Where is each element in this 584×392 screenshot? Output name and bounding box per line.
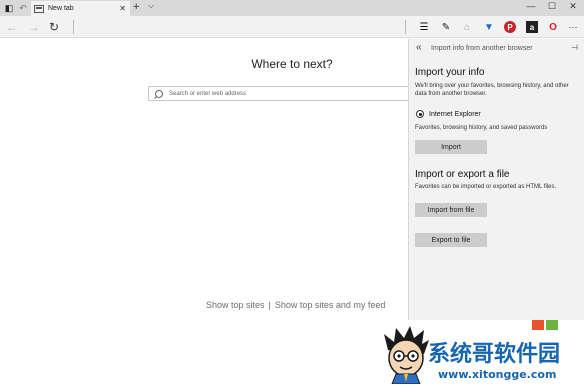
panel-header: « Import info from another browser ⊣	[409, 39, 584, 59]
minimize-button[interactable]: —	[524, 1, 538, 11]
pin-panel-icon[interactable]: ⊣	[571, 43, 578, 52]
watermark-title: 系统哥软件园	[428, 342, 561, 367]
internet-explorer-radio[interactable]	[416, 110, 424, 118]
show-top-sites-link[interactable]: Show top sites	[206, 300, 265, 310]
extension-blue-icon[interactable]: ▼	[483, 21, 495, 33]
tab-new-tab[interactable]: New tab ✕	[31, 1, 130, 16]
panel-title: Import info from another browser	[431, 45, 533, 52]
navigation-bar: ← → ↻ ☰ ✎ ⌂ ▼ P a O ···	[0, 16, 584, 38]
close-tab-icon[interactable]: ✕	[119, 4, 126, 13]
search-input[interactable]: Search or enter web address	[169, 91, 246, 97]
panel-back-button[interactable]: «	[416, 42, 422, 53]
import-export-heading: Import or export a file	[415, 169, 510, 180]
title-bar: ◧ ↶ New tab ✕ + ⌵ — ☐ ✕	[0, 0, 584, 16]
internet-explorer-label[interactable]: Internet Explorer	[429, 111, 481, 118]
more-icon[interactable]: ···	[567, 21, 579, 33]
opera-extension-icon[interactable]: O	[547, 21, 559, 33]
refresh-button[interactable]: ↻	[49, 20, 59, 34]
new-tab-button[interactable]: +	[133, 1, 139, 13]
close-window-button[interactable]: ✕	[566, 1, 580, 12]
divider	[73, 20, 74, 34]
cartoon-mascot-icon	[384, 326, 429, 384]
import-from-file-button[interactable]: Import from file	[415, 203, 487, 217]
import-info-description: We'll bring over your favorites, browsin…	[415, 83, 569, 97]
amazon-extension-icon[interactable]: a	[526, 21, 538, 33]
pinterest-icon[interactable]: P	[504, 21, 516, 33]
forward-button[interactable]: →	[28, 20, 40, 34]
watermark-url: www.xitongge.com	[438, 368, 557, 381]
watermark: 系统哥软件园 www.xitongge.com	[378, 320, 584, 392]
divider: |	[268, 300, 271, 310]
maximize-button[interactable]: ☐	[545, 1, 559, 12]
tabs-aside-icon[interactable]: ↶	[17, 2, 29, 14]
import-info-heading: Import your info	[415, 67, 485, 78]
browser-option-description: Favorites, browsing history, and saved p…	[415, 125, 548, 131]
import-button[interactable]: Import	[415, 140, 487, 154]
logo-green-square	[546, 320, 558, 330]
import-export-description: Favorites can be imported or exported as…	[415, 184, 557, 190]
top-sites-options: Show top sites | Show top sites and my f…	[206, 300, 385, 310]
back-button[interactable]: ←	[6, 20, 18, 34]
search-icon	[155, 89, 163, 98]
logo-orange-square	[532, 320, 544, 330]
hub-icon[interactable]: ☰	[418, 21, 430, 33]
tab-label: New tab	[48, 5, 74, 12]
tab-actions-icon[interactable]: ◧	[3, 2, 15, 14]
web-note-icon[interactable]: ✎	[440, 21, 452, 33]
share-icon[interactable]: ⌂	[461, 21, 473, 33]
divider	[405, 20, 406, 34]
new-tab-page: Where to next? Search or enter web addre…	[0, 39, 584, 392]
show-top-sites-and-feed-link[interactable]: Show top sites and my feed	[275, 300, 386, 310]
tab-preview-chevron-icon[interactable]: ⌵	[148, 1, 154, 11]
page-icon	[34, 4, 44, 13]
export-to-file-button[interactable]: Export to file	[415, 233, 487, 247]
